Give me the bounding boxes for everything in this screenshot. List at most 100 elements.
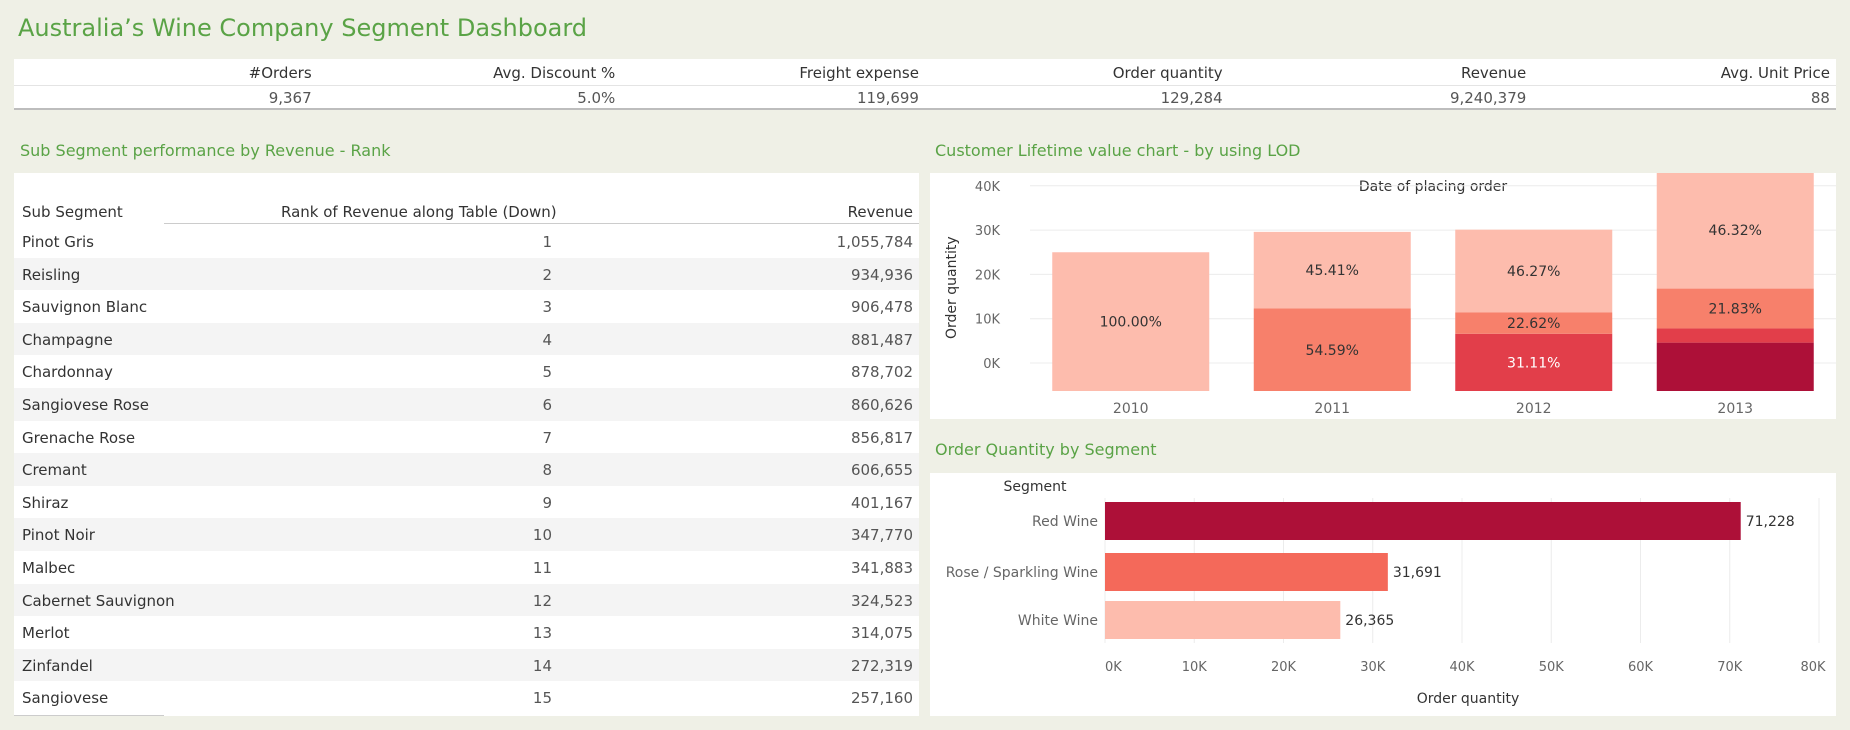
x-tick-label: 2013 (1717, 401, 1753, 417)
x-tick-label: 50K (1539, 660, 1565, 675)
revenue-cell: 324,523 (850, 591, 913, 610)
bar-segment (1656, 328, 1814, 343)
rank-cell: 2 (542, 265, 552, 284)
y-tick-label: 10K (975, 313, 1001, 328)
bar-segment (1656, 342, 1814, 391)
table-header: Sub Segment Rank of Revenue along Table … (14, 203, 919, 223)
x-tick-label: 70K (1717, 660, 1743, 675)
kpi-revenue-label: Revenue (1460, 64, 1527, 82)
sub-segment-cell: Merlot (22, 624, 70, 643)
kpi-quantity-label: Order quantity (1112, 64, 1223, 82)
table-row[interactable]: Pinot Gris 1 1,055,784 (14, 225, 919, 258)
y-axis-label: Order quantity (944, 236, 960, 339)
bar (1105, 553, 1388, 591)
kpi-strip: #Orders Avg. Discount % Freight expense … (14, 59, 1836, 110)
col-header-rank[interactable]: Rank of Revenue along Table (Down) (281, 203, 557, 221)
table-row[interactable]: Zinfandel 14 272,319 (14, 648, 919, 682)
revenue-cell: 272,319 (850, 656, 913, 675)
table-row[interactable]: Sauvignon Blanc 3 906,478 (14, 290, 919, 323)
x-tick-label: 0K (1105, 660, 1122, 675)
rank-cell: 7 (542, 428, 552, 447)
table-row[interactable]: Sangiovese Rose 6 860,626 (14, 387, 919, 421)
segment-section-title: Order Quantity by Segment (935, 440, 1157, 459)
data-label: 46.27% (1507, 264, 1560, 280)
category-label: White Wine (1018, 613, 1098, 629)
clv-chart-panel: Date of placing order 0K 10K 20K 30K 40K Order… (930, 171, 1836, 419)
table-row[interactable]: Cremant 8 606,655 (14, 453, 919, 486)
sub-segment-cell: Zinfandel (22, 656, 93, 675)
table-row[interactable]: Shiraz 9 401,167 (14, 486, 919, 519)
kpi-quantity-value: 129,284 (1160, 89, 1223, 107)
rank-cell: 14 (532, 656, 552, 675)
col-header-sub-segment[interactable]: Sub Segment (22, 203, 123, 221)
kpi-unit-price-label: Avg. Unit Price (1720, 64, 1830, 82)
revenue-cell: 341,883 (850, 558, 913, 577)
table-header-divider (164, 223, 919, 224)
revenue-cell: 881,487 (850, 330, 913, 349)
bar (1105, 601, 1341, 639)
rank-cell: 6 (542, 395, 552, 414)
data-label: 31.11% (1507, 355, 1560, 371)
x-axis-label: Order quantity (1417, 691, 1520, 707)
dashboard-title: Australia’s Wine Company Segment Dashboa… (18, 14, 588, 42)
clv-section-title: Customer Lifetime value chart - by using… (935, 141, 1301, 160)
bar (1105, 502, 1741, 540)
x-tick-label: 40K (1449, 660, 1475, 675)
table-row[interactable]: Grenache Rose 7 856,817 (14, 421, 919, 454)
kpi-discount-label: Avg. Discount % (493, 64, 616, 82)
table-row[interactable]: Cabernet Sauvignon 12 324,523 (14, 583, 919, 617)
y-tick-label: 0K (983, 357, 1000, 372)
sub-segment-cell: Champagne (22, 330, 113, 349)
x-tick-label: 10K (1182, 660, 1208, 675)
sub-segment-cell: Cremant (22, 461, 87, 480)
col-header-revenue[interactable]: Revenue (848, 203, 913, 221)
table-row[interactable]: Sangiovese 15 257,160 (14, 681, 919, 714)
y-tick-label: 30K (975, 224, 1001, 239)
x-tick-label: 2010 (1113, 401, 1149, 417)
table-row[interactable]: Chardonnay 5 878,702 (14, 355, 919, 388)
data-label: 100.00% (1100, 315, 1162, 331)
data-label: 46.32% (1709, 223, 1762, 239)
sub-segment-cell: Sauvignon Blanc (22, 298, 148, 317)
x-tick-label: 20K (1271, 660, 1297, 675)
revenue-cell: 401,167 (850, 493, 913, 512)
revenue-cell: 878,702 (850, 363, 913, 382)
revenue-cell: 314,075 (850, 624, 913, 643)
kpi-unit-price-value: 88 (1810, 89, 1830, 107)
table-body: Pinot Gris 1 1,055,784 Reisling 2 934,936 Sauv… (14, 225, 919, 714)
category-label: Red Wine (1032, 514, 1098, 530)
sub-segment-cell: Grenache Rose (22, 428, 136, 447)
rank-cell: 5 (542, 363, 552, 382)
kpi-freight-value: 119,699 (856, 89, 919, 107)
rank-cell: 13 (532, 624, 552, 643)
sub-segment-cell: Cabernet Sauvignon (22, 591, 175, 610)
kpi-discount-value: 5.0% (577, 89, 616, 107)
sub-segment-cell: Reisling (22, 265, 81, 284)
revenue-cell: 906,478 (850, 298, 913, 317)
revenue-cell: 934,936 (850, 265, 913, 284)
data-label: 54.59% (1306, 343, 1359, 359)
table-row[interactable]: Champagne 4 881,487 (14, 322, 919, 356)
revenue-cell: 856,817 (850, 428, 913, 447)
data-label: 21.83% (1709, 302, 1762, 318)
x-tick-label: 30K (1360, 660, 1386, 675)
y-tick-label: 40K (975, 180, 1001, 195)
value-label: 31,691 (1393, 565, 1442, 581)
sub-segment-cell: Chardonnay (22, 363, 113, 382)
kpi-orders-value: 9,367 (268, 89, 312, 107)
table-row[interactable]: Pinot Noir 10 347,770 (14, 518, 919, 551)
table-bottom-rule (14, 715, 164, 716)
sub-segment-cell: Malbec (22, 558, 76, 577)
value-label: 71,228 (1746, 514, 1795, 530)
table-row[interactable]: Reisling 2 934,936 (14, 257, 919, 291)
table-row[interactable]: Merlot 13 314,075 (14, 616, 919, 649)
kpi-value-row: 9,367 5.0% 119,699 129,284 9,240,379 88 (14, 89, 1836, 107)
table-row[interactable]: Malbec 11 341,883 (14, 551, 919, 584)
revenue-cell: 347,770 (850, 526, 913, 545)
rank-cell: 11 (532, 558, 552, 577)
rank-cell: 1 (542, 233, 552, 251)
sub-segment-cell: Shiraz (22, 493, 69, 512)
x-tick-label: 2011 (1314, 401, 1350, 417)
sub-segment-cell: Pinot Noir (22, 526, 95, 545)
kpi-divider (14, 85, 1836, 86)
